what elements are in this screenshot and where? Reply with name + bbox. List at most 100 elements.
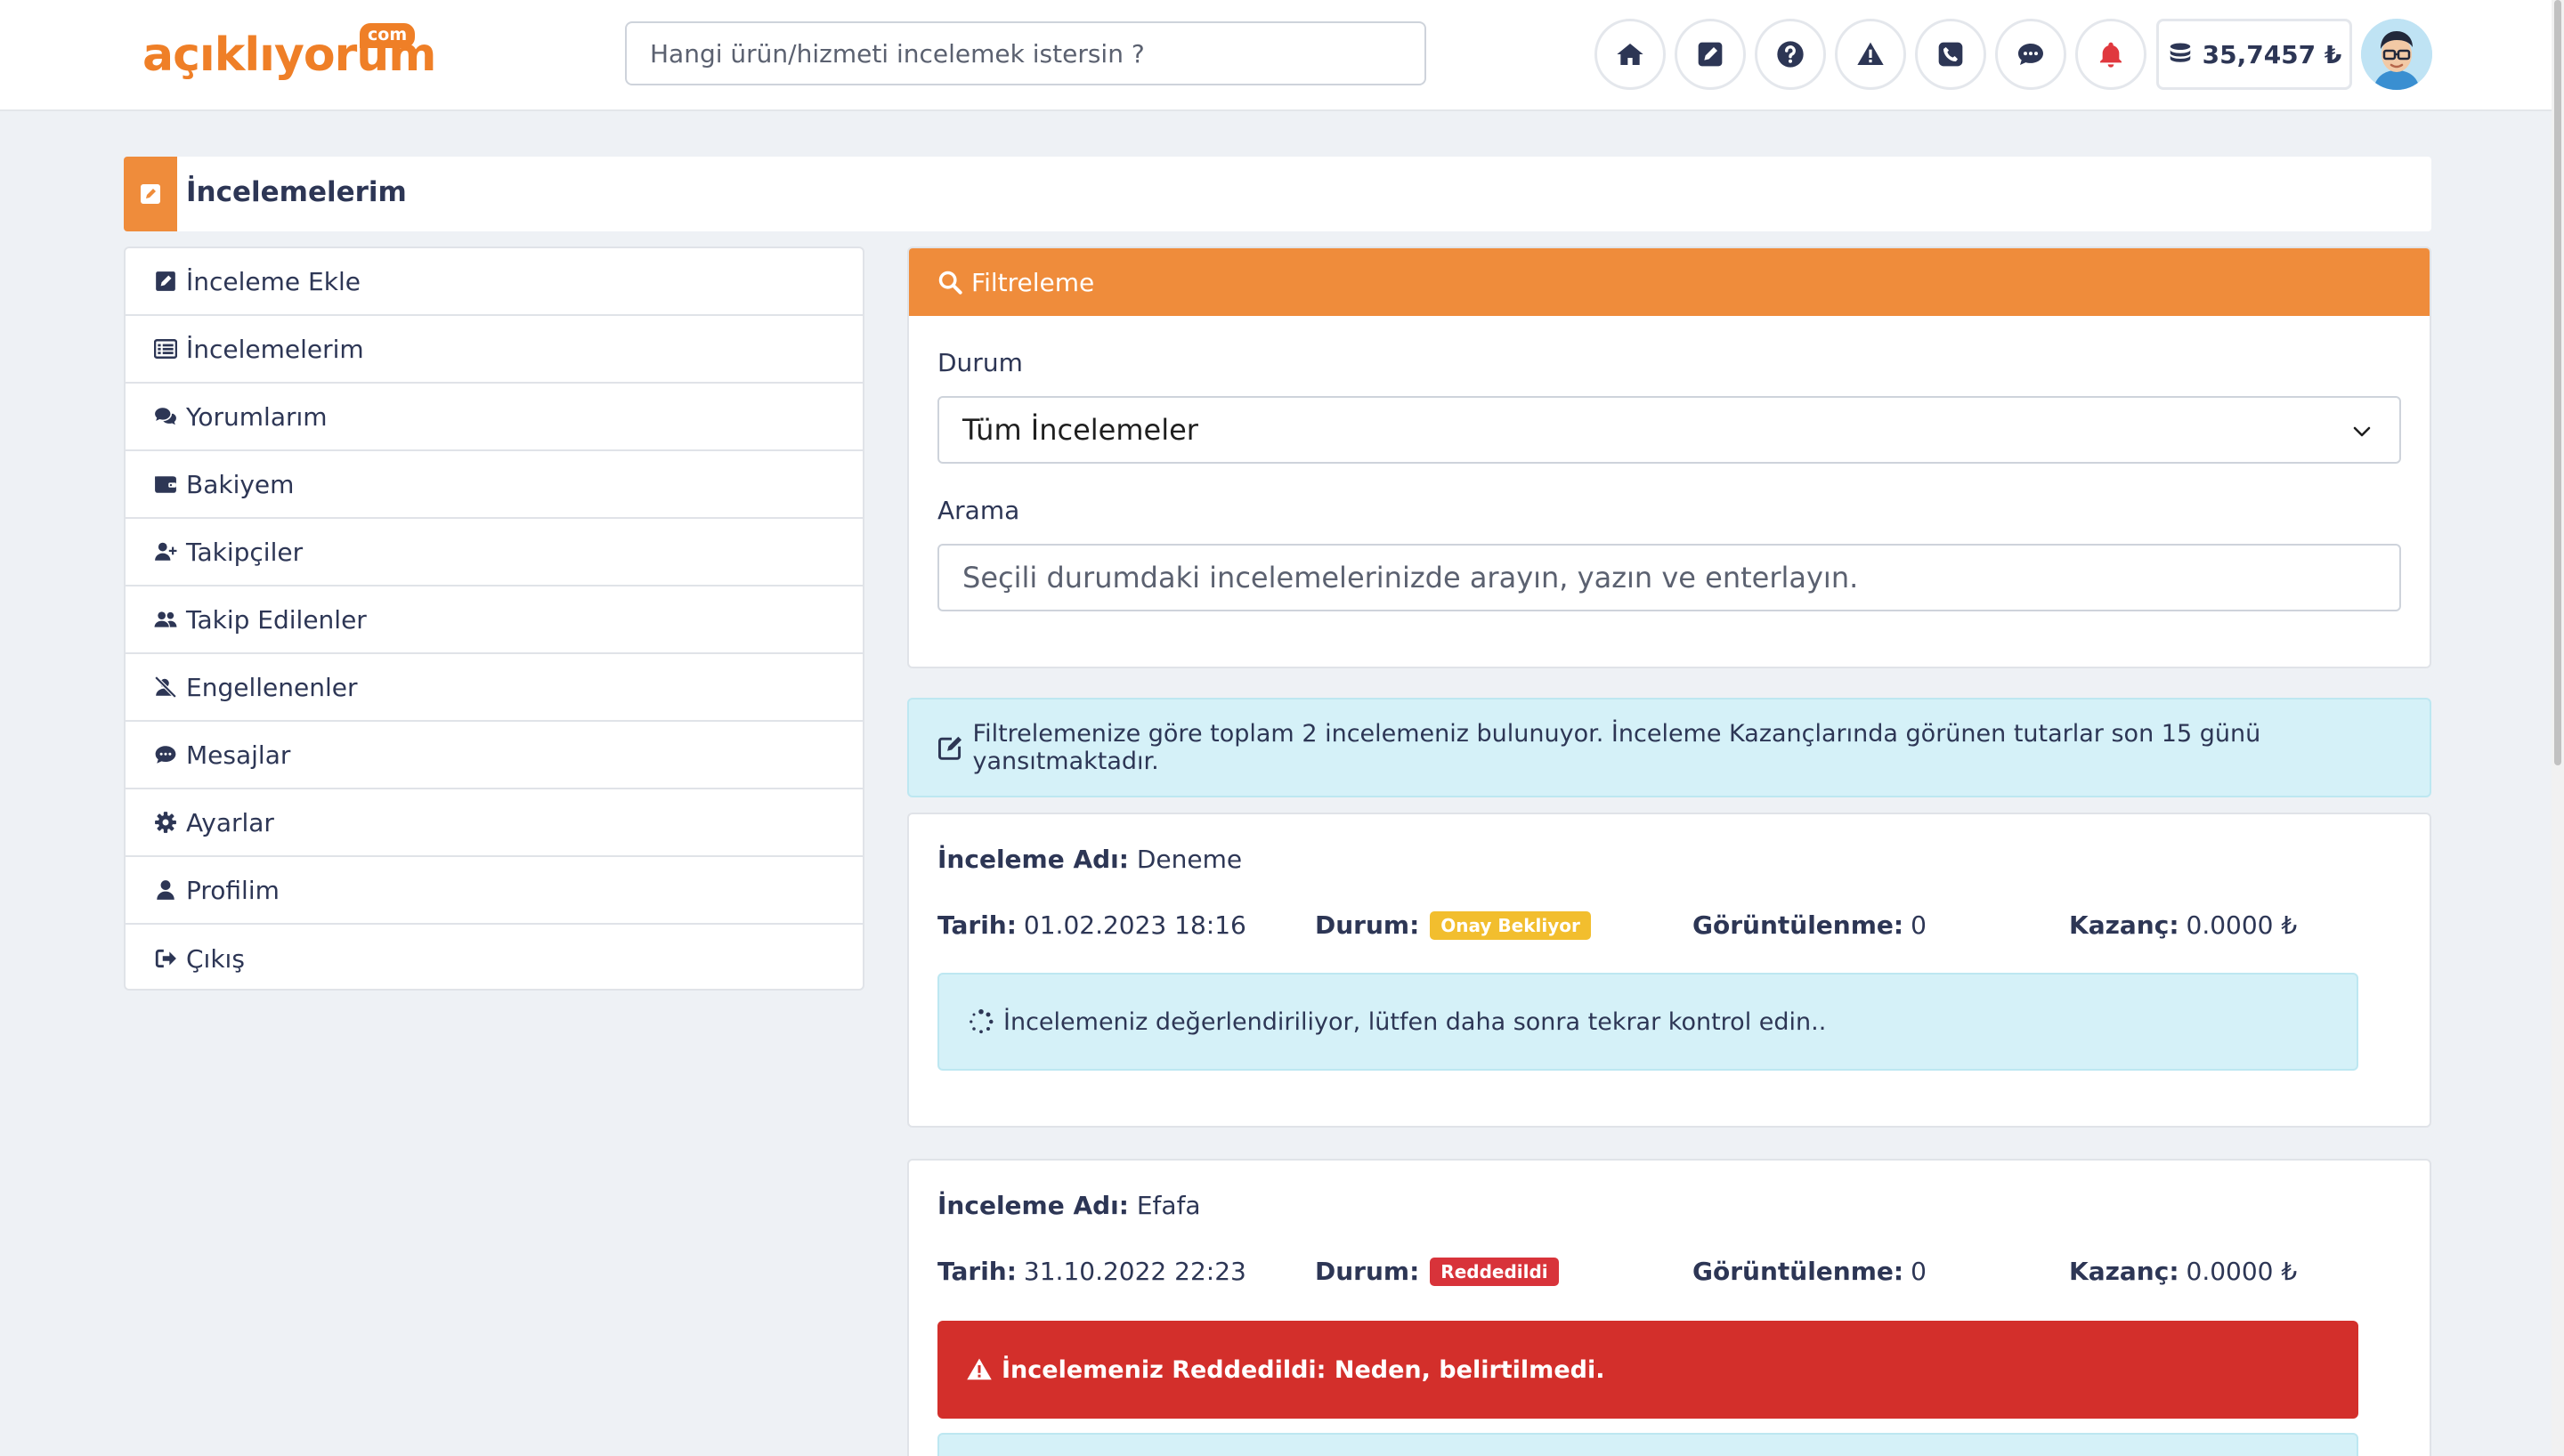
page-title: İncelemelerim (186, 176, 407, 208)
review-views-value: 0 (1911, 1257, 1927, 1286)
status-label: Durum (937, 348, 1023, 377)
write-review-button[interactable] (1675, 19, 1746, 90)
review-status: Durum: Onay Bekliyor (1315, 910, 1591, 940)
review-date-value: 01.02.2023 18:16 (1023, 910, 1246, 940)
logo-suffix: com (360, 23, 416, 48)
help-button[interactable] (1755, 19, 1826, 90)
balance-button[interactable]: 35,7457 ₺ (2156, 19, 2352, 90)
filter-header: Filtreleme (909, 248, 2430, 316)
review-name: İnceleme Adı: Efafa (937, 1191, 1201, 1220)
edit-icon (156, 271, 175, 291)
coins-icon (2170, 43, 2190, 62)
spinner-icon (970, 1009, 994, 1034)
question-icon (1777, 41, 1804, 68)
rejected-review-alert: İncelemeniz Reddedildi: Neden, belirtilm… (937, 1321, 2358, 1419)
review-search-input[interactable] (937, 544, 2401, 611)
review-date-value: 31.10.2022 22:23 (1023, 1257, 1246, 1286)
title-icon-box (124, 157, 177, 231)
review-views: Görüntülenme: 0 (1692, 1257, 1927, 1286)
users-icon (154, 611, 177, 627)
sign-out-icon (155, 949, 176, 968)
sidebar-item-followers[interactable]: Takipçiler (126, 519, 863, 586)
filter-title: Filtreleme (971, 267, 1095, 297)
status-select[interactable]: Tüm İncelemeler (937, 396, 2401, 464)
home-icon (1617, 44, 1643, 65)
balance-amount: 35,7457 ₺ (2202, 39, 2342, 69)
scrollbar-thumb[interactable] (2554, 0, 2561, 765)
sidebar-item-label: İnceleme Ekle (186, 266, 361, 296)
sidebar-item-profile[interactable]: Profilim (126, 857, 863, 925)
results-info-text: Filtrelemenize göre toplam 2 incelemeniz… (972, 720, 2261, 775)
review-views-label: Görüntülenme: (1692, 910, 1904, 940)
sidebar-item-label: Takipçiler (186, 537, 304, 567)
review-info-alert (937, 1433, 2358, 1456)
review-earnings: Kazanç: 0.0000 ₺ (2069, 910, 2297, 940)
review-status-label: Durum: (1315, 910, 1420, 940)
sidebar-item-following[interactable]: Takip Edilenler (126, 586, 863, 654)
page-title-bar: İncelemelerim (124, 157, 2431, 231)
sidebar-item-label: İncelemelerim (186, 334, 364, 364)
warning-icon (967, 1358, 992, 1380)
review-date: Tarih: 01.02.2023 18:16 (937, 910, 1246, 940)
pending-review-alert: İncelemeniz değerlendiriliyor, lütfen da… (937, 973, 2358, 1071)
wallet-icon (155, 476, 176, 493)
review-name-label: İnceleme Adı: (937, 845, 1129, 874)
warning-icon (1857, 42, 1884, 65)
review-earnings-label: Kazanç: (2069, 910, 2179, 940)
sidebar-menu: İnceleme Ekle İncelemelerim Yorumlarım B… (124, 247, 864, 991)
search-input[interactable] (625, 21, 1426, 85)
sidebar-item-label: Profilim (186, 875, 280, 905)
review-date: Tarih: 31.10.2022 22:23 (937, 1257, 1246, 1286)
search-label: Arama (937, 496, 1020, 525)
sidebar-item-messages[interactable]: Mesajlar (126, 722, 863, 789)
contact-button[interactable] (1915, 19, 1986, 90)
user-plus-icon (155, 542, 177, 561)
review-name-value: Efafa (1136, 1191, 1201, 1220)
page-scrollbar[interactable] (2552, 0, 2564, 1456)
chevron-down-icon (2353, 426, 2371, 437)
home-button[interactable] (1594, 19, 1666, 90)
review-name-value: Deneme (1136, 845, 1243, 874)
review-earnings: Kazanç: 0.0000 ₺ (2069, 1257, 2297, 1286)
review-earnings-label: Kazanç: (2069, 1257, 2179, 1286)
review-meta-row: Tarih: 31.10.2022 22:23 Durum: Reddedild… (909, 1257, 2430, 1292)
notifications-button[interactable] (2075, 19, 2146, 90)
review-earnings-value: 0.0000 ₺ (2186, 1257, 2298, 1286)
rejected-review-text: İncelemeniz Reddedildi: Neden, belirtilm… (1002, 1355, 1605, 1384)
edit-icon (141, 184, 160, 204)
site-logo[interactable]: açıklıyorum com (142, 23, 436, 85)
results-info-alert: Filtrelemenize göre toplam 2 incelemeniz… (907, 698, 2431, 797)
list-icon (154, 339, 177, 359)
review-date-label: Tarih: (937, 1257, 1017, 1286)
sidebar-item-settings[interactable]: Ayarlar (126, 789, 863, 857)
edit-icon (937, 736, 962, 760)
messages-button[interactable] (1995, 19, 2066, 90)
bell-icon (2100, 42, 2122, 68)
review-name-label: İnceleme Adı: (937, 1191, 1129, 1220)
sidebar-item-my-reviews[interactable]: İncelemelerim (126, 316, 863, 384)
filter-panel: Filtreleme Durum Tüm İncelemeler Arama (907, 247, 2431, 668)
comments-icon (155, 408, 176, 425)
sidebar-item-label: Ayarlar (186, 807, 274, 837)
sidebar-item-comments[interactable]: Yorumlarım (126, 384, 863, 451)
review-status: Durum: Reddedildi (1315, 1257, 1559, 1286)
status-badge: Onay Bekliyor (1430, 910, 1591, 940)
sidebar-item-balance[interactable]: Bakiyem (126, 451, 863, 519)
edit-icon (1698, 42, 1723, 67)
phone-icon (1938, 42, 1963, 67)
review-views: Görüntülenme: 0 (1692, 910, 1927, 940)
avatar[interactable] (2361, 19, 2432, 90)
gear-icon (155, 812, 176, 833)
message-icon (155, 746, 176, 764)
sidebar-item-blocked[interactable]: Engellenenler (126, 654, 863, 722)
status-badge: Reddedildi (1430, 1257, 1559, 1286)
sidebar-item-add-review[interactable]: İnceleme Ekle (126, 248, 863, 316)
report-button[interactable] (1835, 19, 1906, 90)
review-views-label: Görüntülenme: (1692, 1257, 1904, 1286)
review-views-value: 0 (1911, 910, 1927, 940)
review-card: İnceleme Adı: Efafa Tarih: 31.10.2022 22… (907, 1159, 2431, 1456)
user-slash-icon (154, 675, 177, 699)
sidebar-item-logout[interactable]: Çıkış (126, 925, 863, 992)
status-select-value: Tüm İncelemeler (962, 413, 1198, 447)
review-earnings-value: 0.0000 ₺ (2186, 910, 2298, 940)
